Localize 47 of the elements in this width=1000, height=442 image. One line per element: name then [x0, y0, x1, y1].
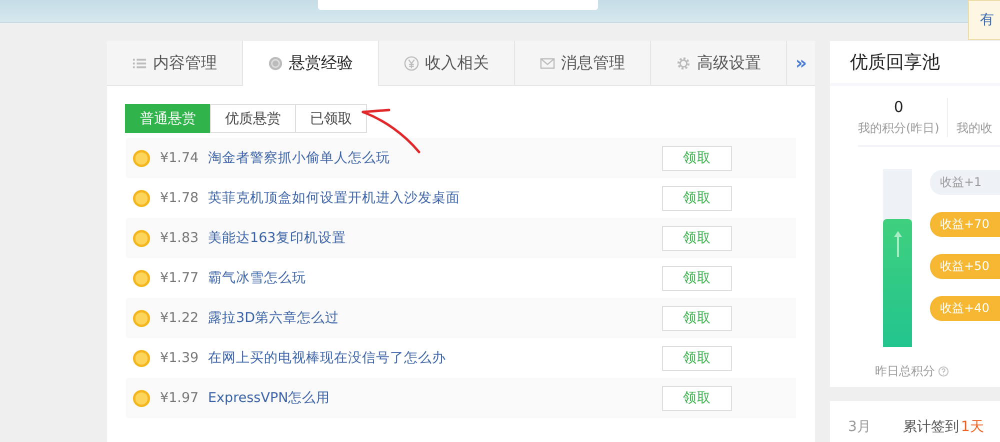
question-link[interactable]: 淘金者警察抓小偷单人怎么玩 — [208, 149, 662, 167]
question-link[interactable]: 英菲克机顶盒如何设置开机进入沙发桌面 — [208, 189, 662, 207]
coin-icon — [132, 348, 151, 368]
checkin-label: 累计签到 — [902, 418, 959, 436]
notice-text: 有 — [980, 12, 994, 28]
more-tabs-button[interactable]: » — [787, 41, 815, 85]
month-label: 3月 — [848, 418, 871, 436]
coin-icon — [268, 56, 283, 71]
reward-amount: ¥1.97 — [160, 390, 200, 406]
reward-amount: ¥1.77 — [160, 270, 200, 286]
filter-tab[interactable]: 优质悬赏 — [210, 104, 296, 133]
tab[interactable]: 悬赏经验 — [243, 41, 379, 86]
tab[interactable]: 收入相关 — [379, 41, 515, 85]
stat-label: 我的收 — [956, 120, 992, 137]
help-icon[interactable] — [938, 366, 949, 376]
tube-label: 昨日总积分 — [875, 362, 935, 380]
panel-title: 优质回享池 — [830, 41, 1000, 86]
coin-icon — [132, 188, 151, 208]
tab[interactable]: 高级设置 — [651, 41, 787, 85]
coin-icon — [132, 308, 151, 328]
yen-icon — [404, 56, 419, 70]
question-link[interactable]: ExpressVPN怎么用 — [208, 389, 662, 407]
question-link[interactable]: 霸气冰雪怎么玩 — [208, 269, 662, 287]
coin-icon — [132, 268, 151, 288]
question-link[interactable]: 美能达163复印机设置 — [208, 229, 662, 247]
reward-amount: ¥1.22 — [160, 310, 200, 326]
reward-tag: 收益+1 — [930, 170, 1000, 195]
coin-icon — [132, 228, 151, 248]
reward-amount: ¥1.78 — [160, 190, 200, 206]
filter-tab[interactable]: 已领取 — [295, 104, 367, 133]
reward-tag: 收益+40 — [930, 296, 1000, 321]
coin-icon — [132, 388, 151, 408]
mail-icon — [540, 56, 555, 70]
stat-label: 我的积分(昨日) — [858, 120, 940, 137]
reward-tag: 收益+70 — [930, 212, 1000, 237]
reward-amount: ¥1.39 — [160, 350, 200, 366]
checkin-days: 1天 — [960, 418, 984, 436]
settings-icon — [676, 56, 691, 70]
question-link[interactable]: 露拉3D第六章怎么过 — [208, 309, 662, 327]
tab[interactable]: 消息管理 — [515, 41, 651, 85]
reward-amount: ¥1.83 — [160, 230, 200, 246]
stat-value: 0 — [894, 98, 904, 118]
coin-icon — [132, 148, 151, 168]
arrow-up-icon — [892, 228, 902, 259]
reward-tag: 收益+50 — [930, 254, 1000, 279]
reward-amount: ¥1.74 — [160, 150, 200, 166]
question-link[interactable]: 在网上买的电视棒现在没信号了怎么办 — [208, 349, 662, 367]
